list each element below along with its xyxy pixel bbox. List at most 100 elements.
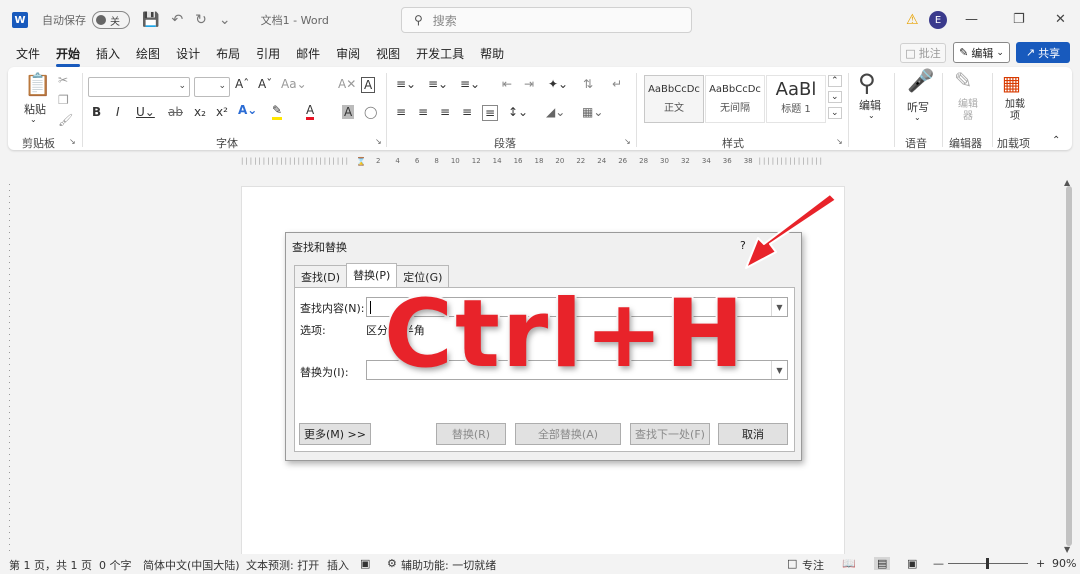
addins-icon[interactable]: ▦ <box>1002 71 1021 95</box>
ruler-indent-marker-icon[interactable]: ⌛ <box>356 157 366 166</box>
font-name-select[interactable]: ⌄ <box>88 77 190 97</box>
styles-more-icon[interactable]: ⌄ <box>828 107 842 119</box>
microphone-icon[interactable]: 🎤 <box>907 69 934 94</box>
paste-dropdown-icon[interactable]: ⌄ <box>30 115 37 124</box>
comment-button[interactable]: □ 批注 <box>900 43 946 63</box>
menu-home[interactable]: 开始 <box>48 45 88 67</box>
multilevel-list-icon[interactable]: ≡⌄ <box>460 77 480 91</box>
redo-icon[interactable]: ↻ <box>195 12 207 28</box>
page-count[interactable]: 第 1 页，共 1 页 <box>9 557 92 573</box>
language-status[interactable]: 简体中文(中国大陆) <box>143 557 240 573</box>
paste-icon[interactable]: 📋 <box>24 73 51 98</box>
menu-help[interactable]: 帮助 <box>472 45 512 62</box>
editor-icon[interactable]: ✎ <box>954 69 972 94</box>
subscript-icon[interactable]: x₂ <box>194 105 206 119</box>
format-painter-icon[interactable]: 🖌 <box>58 113 73 127</box>
highlight-icon[interactable]: ✎ <box>272 103 283 120</box>
print-layout-icon[interactable]: ▤ <box>874 557 891 570</box>
dictate-dropdown-icon[interactable]: ⌄ <box>914 113 921 122</box>
line-spacing-icon[interactable]: ↕⌄ <box>508 105 528 119</box>
justify-icon[interactable]: ≡ <box>462 105 472 119</box>
focus-mode-button[interactable]: 专注 <box>802 557 824 573</box>
share-button[interactable]: ↗ 共享 <box>1016 42 1070 63</box>
search-input[interactable]: ⚲ 搜索 <box>401 7 692 33</box>
decrease-indent-icon[interactable]: ⇤ <box>502 77 512 91</box>
insert-mode-status[interactable]: 插入 <box>327 557 349 573</box>
scroll-down-icon[interactable]: ▼ <box>1064 545 1070 554</box>
cut-icon[interactable]: ✂ <box>58 73 68 87</box>
restore-icon[interactable]: ❐ <box>1013 12 1025 27</box>
horizontal-ruler[interactable]: ||||||||||||||||||||||||| ⌛ 2 4 6 8 10 1… <box>241 154 845 168</box>
zoom-level[interactable]: 90% <box>1052 557 1076 570</box>
accessibility-status[interactable]: 辅助功能: 一切就绪 <box>401 557 496 573</box>
bold-icon[interactable]: B <box>92 105 101 119</box>
text-prediction-status[interactable]: 文本预测: 打开 <box>246 557 319 573</box>
zoom-out-icon[interactable]: — <box>933 557 944 570</box>
font-size-select[interactable]: ⌄ <box>194 77 230 97</box>
distributed-icon[interactable]: ≡ <box>482 105 499 121</box>
style-heading-1[interactable]: AaBl 标题 1 <box>766 75 826 123</box>
menu-view[interactable]: 视图 <box>368 45 408 62</box>
font-color-icon[interactable]: A <box>306 103 315 120</box>
superscript-icon[interactable]: x² <box>216 105 228 119</box>
tab-find[interactable]: 查找(D) <box>294 265 348 287</box>
clipboard-launcher-icon[interactable]: ↘ <box>69 137 76 146</box>
sort-icon[interactable]: ⇅ <box>583 77 593 91</box>
macro-recording-icon[interactable]: ▣ <box>360 557 370 570</box>
editing-dropdown-icon[interactable]: ⌄ <box>868 111 875 120</box>
menu-insert[interactable]: 插入 <box>88 45 128 62</box>
italic-icon[interactable]: I <box>116 105 120 119</box>
show-marks-icon[interactable]: ↵ <box>612 77 622 91</box>
read-mode-icon[interactable]: 📖 <box>842 557 856 570</box>
vertical-ruler[interactable] <box>5 184 15 554</box>
find-next-button[interactable]: 查找下一处(F) <box>630 423 710 445</box>
more-button[interactable]: 更多(M) >> <box>299 423 371 445</box>
bullets-icon[interactable]: ≡⌄ <box>396 77 416 91</box>
find-icon[interactable]: ⚲ <box>858 69 876 97</box>
replace-button[interactable]: 替换(R) <box>436 423 506 445</box>
zoom-slider-handle[interactable] <box>986 558 989 569</box>
autosave-toggle[interactable]: 关 <box>92 11 130 29</box>
undo-icon[interactable]: ↶ <box>171 12 183 28</box>
shading-icon[interactable]: ◢⌄ <box>546 105 565 119</box>
grow-font-icon[interactable]: Aˆ <box>235 77 249 91</box>
change-case-icon[interactable]: Aa⌄ <box>281 77 307 91</box>
vertical-scrollbar[interactable] <box>1066 186 1072 546</box>
editor-button-label[interactable]: 编辑器 <box>956 99 980 123</box>
character-shading-icon[interactable]: A <box>342 105 355 119</box>
menu-developer[interactable]: 开发工具 <box>408 45 472 62</box>
addins-button-label[interactable]: 加载项 <box>1004 99 1026 123</box>
cancel-button[interactable]: 取消 <box>718 423 788 445</box>
tab-replace[interactable]: 替换(P) <box>346 263 398 287</box>
paragraph-launcher-icon[interactable]: ↘ <box>624 137 631 146</box>
menu-design[interactable]: 设计 <box>168 45 208 62</box>
styles-launcher-icon[interactable]: ↘ <box>836 137 843 146</box>
web-layout-icon[interactable]: ▣ <box>907 557 917 570</box>
align-left-icon[interactable]: ≡ <box>396 105 406 119</box>
avatar[interactable]: E <box>929 11 947 29</box>
chevron-down-icon[interactable]: ▼ <box>771 361 787 379</box>
styles-scroll-up-icon[interactable]: ⌃ <box>828 75 842 87</box>
menu-review[interactable]: 审阅 <box>328 45 368 62</box>
menu-file[interactable]: 文件 <box>8 45 48 62</box>
collapse-ribbon-icon[interactable]: ⌃ <box>1052 135 1060 146</box>
styles-scroll-down-icon[interactable]: ⌄ <box>828 91 842 103</box>
increase-indent-icon[interactable]: ⇥ <box>524 77 534 91</box>
character-border-icon[interactable]: A <box>361 77 376 93</box>
borders-icon[interactable]: ▦⌄ <box>582 105 603 119</box>
asian-layout-icon[interactable]: ✦⌄ <box>548 77 568 91</box>
zoom-in-icon[interactable]: + <box>1036 557 1045 570</box>
numbering-icon[interactable]: ≡⌄ <box>428 77 448 91</box>
style-no-spacing[interactable]: AaBbCcDc 无间隔 <box>705 75 765 123</box>
style-normal[interactable]: AaBbCcDc 正文 <box>644 75 704 123</box>
warning-icon[interactable]: ⚠ <box>906 12 919 28</box>
customize-toolbar-icon[interactable]: ⌄ <box>219 12 231 28</box>
minimize-icon[interactable]: — <box>965 12 978 27</box>
text-effects-icon[interactable]: A⌄ <box>238 103 257 117</box>
replace-all-button[interactable]: 全部替换(A) <box>515 423 621 445</box>
save-icon[interactable]: 💾 <box>142 12 159 28</box>
enclose-character-icon[interactable]: ◯ <box>364 105 377 119</box>
font-launcher-icon[interactable]: ↘ <box>375 137 382 146</box>
align-center-icon[interactable]: ≡ <box>418 105 428 119</box>
menu-references[interactable]: 引用 <box>248 45 288 62</box>
